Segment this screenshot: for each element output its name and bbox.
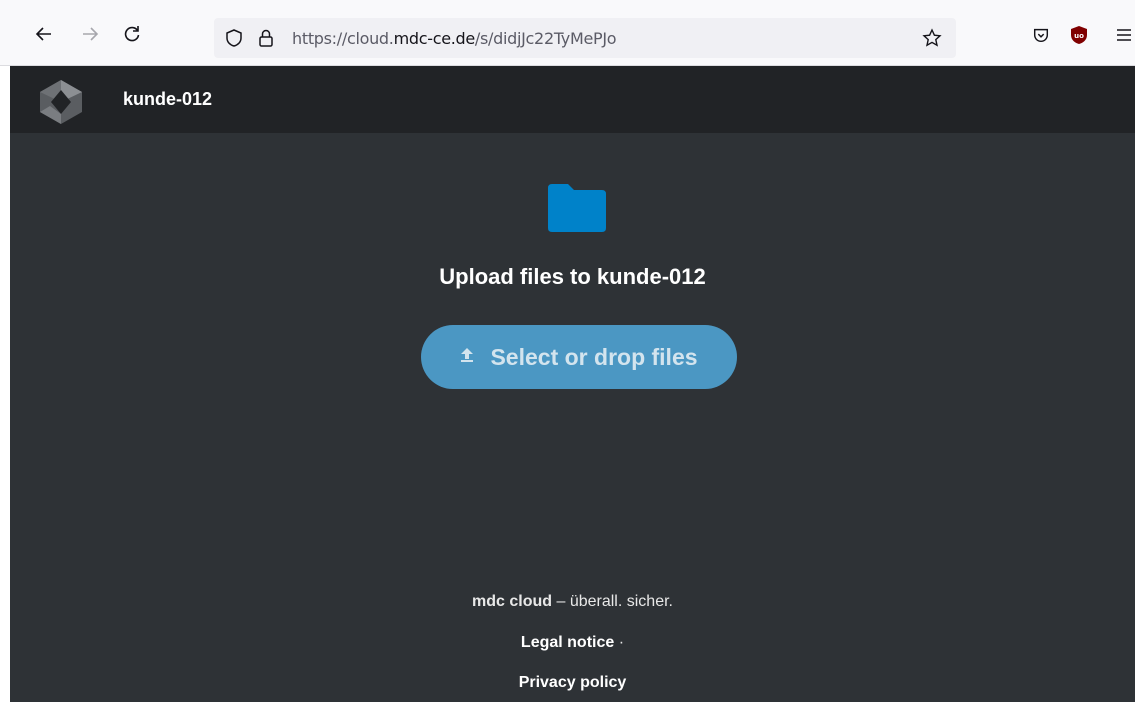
ublock-shield-icon[interactable]: uo xyxy=(1068,24,1090,46)
url-prefix: https://cloud. xyxy=(292,29,394,48)
url-host: mdc-ce.de xyxy=(393,29,476,48)
logo-icon[interactable] xyxy=(38,78,84,126)
forward-arrow-icon[interactable] xyxy=(78,22,102,46)
select-files-label: Select or drop files xyxy=(490,343,698,370)
folder-icon xyxy=(548,184,606,232)
menu-icon[interactable] xyxy=(1113,24,1135,46)
pocket-icon[interactable] xyxy=(1030,24,1052,46)
browser-toolbar: https://cloud.mdc-ce.de/s/didjJc22TyMePJ… xyxy=(0,0,1135,66)
svg-text:uo: uo xyxy=(1074,32,1084,40)
upload-icon xyxy=(460,347,474,368)
app-header: kunde-012 xyxy=(10,66,1135,133)
lock-icon[interactable] xyxy=(256,28,276,48)
main-content: Upload files to kunde-012 Select or drop… xyxy=(10,133,1135,702)
url-path: /s/didjJc22TyMePJo xyxy=(474,29,617,48)
back-arrow-icon[interactable] xyxy=(32,22,56,46)
footer-separator: · xyxy=(614,634,625,651)
privacy-policy-link[interactable]: Privacy policy xyxy=(519,674,627,691)
footer-brand: mdc cloud xyxy=(472,593,553,610)
reload-icon[interactable] xyxy=(120,22,144,46)
bookmark-star-icon[interactable] xyxy=(922,28,942,48)
shield-icon[interactable] xyxy=(224,28,244,48)
window-edge xyxy=(0,66,10,702)
footer-legal-row: Legal notice · xyxy=(10,634,1135,652)
select-files-button[interactable]: Select or drop files xyxy=(421,325,737,389)
header-title: kunde-012 xyxy=(123,89,213,109)
url-text[interactable]: https://cloud.mdc-ce.de/s/didjJc22TyMePJ… xyxy=(292,29,617,48)
footer-privacy-row: Privacy policy xyxy=(10,674,1135,692)
url-bar[interactable]: https://cloud.mdc-ce.de/s/didjJc22TyMePJ… xyxy=(214,18,956,58)
legal-notice-link[interactable]: Legal notice xyxy=(521,634,614,651)
footer-slogan: mdc cloud – überall. sicher. xyxy=(10,593,1135,611)
upload-title: Upload files to kunde-012 xyxy=(439,264,706,289)
footer-slogan-text: – überall. sicher. xyxy=(552,593,673,610)
